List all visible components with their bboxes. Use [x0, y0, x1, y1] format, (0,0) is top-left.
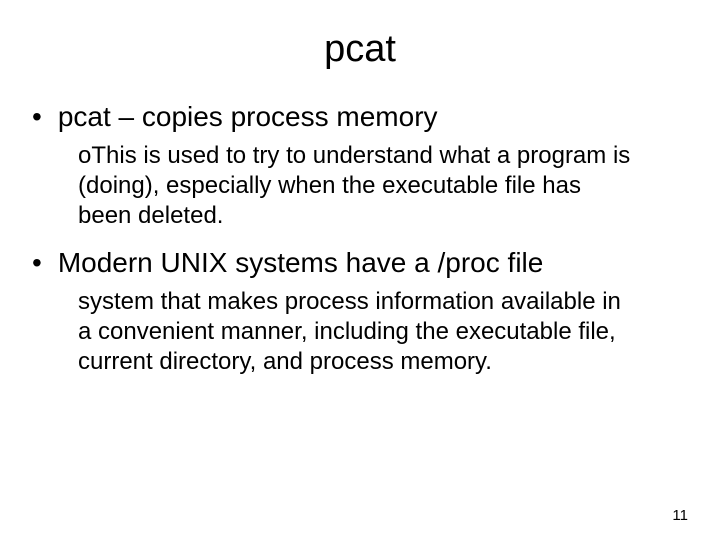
bullet-icon: • — [32, 245, 42, 281]
bullet-icon: • — [32, 99, 42, 135]
sub-text: system that makes process information av… — [78, 287, 638, 377]
bullet-list: • pcat – copies process memory oThis is … — [42, 99, 678, 377]
bullet-row: • pcat – copies process memory — [42, 99, 678, 135]
page-number: 11 — [672, 507, 688, 524]
bullet-text: pcat – copies process memory — [58, 99, 438, 135]
list-item: • Modern UNIX systems have a /proc file … — [42, 245, 678, 377]
slide-title: pcat — [42, 28, 678, 71]
list-item: • pcat – copies process memory oThis is … — [42, 99, 678, 231]
bullet-text: Modern UNIX systems have a /proc file — [58, 245, 544, 281]
sub-text: oThis is used to try to understand what … — [78, 141, 638, 231]
bullet-row: • Modern UNIX systems have a /proc file — [42, 245, 678, 281]
slide: pcat • pcat – copies process memory oThi… — [0, 0, 720, 540]
